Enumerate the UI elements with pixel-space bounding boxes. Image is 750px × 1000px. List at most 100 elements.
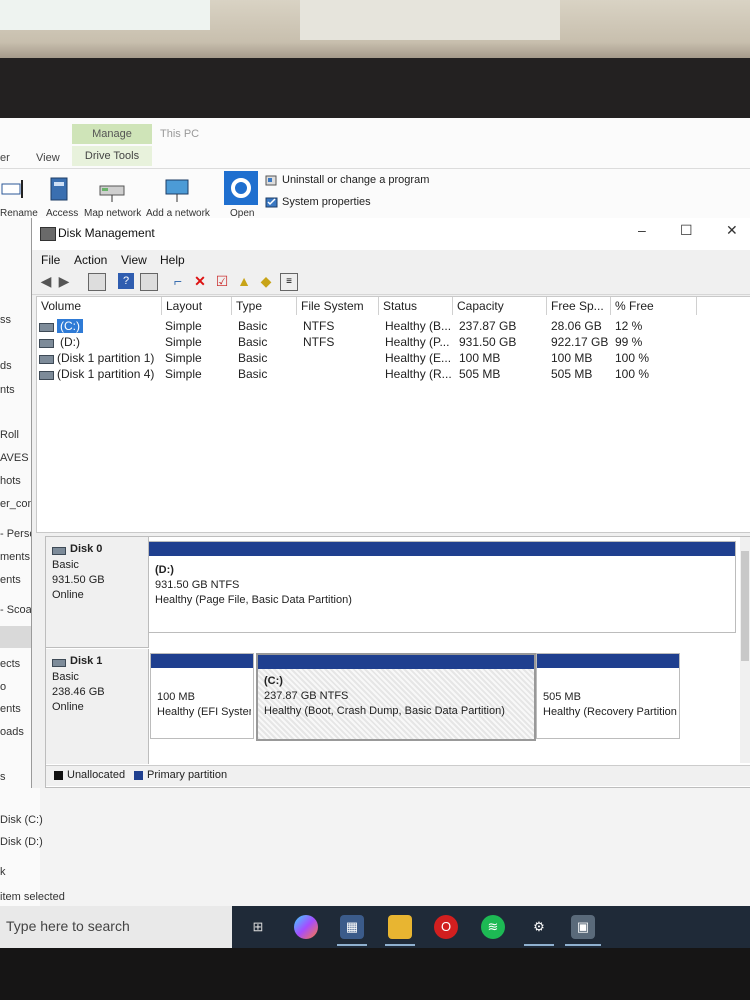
nav-item[interactable]: oads	[0, 726, 24, 738]
disk-icon	[52, 547, 66, 555]
forward-arrow-icon[interactable]: ▶	[56, 273, 72, 289]
minimize-icon[interactable]: –	[638, 222, 646, 238]
scrollbar-thumb[interactable]	[741, 551, 749, 661]
column-header-layout[interactable]: Layout	[162, 297, 232, 315]
export-list-icon[interactable]: ≡	[280, 273, 298, 291]
table-row[interactable]: (Disk 1 partition 1) Simple Basic Health…	[37, 351, 750, 367]
menu-view[interactable]: View	[121, 253, 147, 267]
primary-partition-bar	[258, 655, 534, 669]
disk-0-state: Online	[52, 589, 84, 601]
back-arrow-icon[interactable]: ◀	[38, 273, 54, 289]
active-app-indicator	[524, 944, 554, 946]
settings-icon[interactable]: ⚙	[527, 915, 551, 939]
properties-icon[interactable]: ☑	[214, 273, 230, 289]
column-header-file-system[interactable]: File System	[297, 297, 379, 315]
tab-view[interactable]: View	[36, 152, 60, 164]
nav-item[interactable]: ments	[0, 551, 30, 563]
search-placeholder[interactable]: Type here to search	[6, 918, 130, 934]
tab-drive-tools[interactable]: Drive Tools	[72, 146, 152, 166]
column-header-free-space[interactable]: Free Sp...	[547, 297, 611, 315]
title-bar[interactable]: Disk Management – ☐ ✕	[32, 218, 750, 250]
legend-unallocated: Unallocated	[67, 769, 126, 781]
partition-d[interactable]: (D:) 931.50 GB NTFS Healthy (Page File, …	[148, 541, 736, 633]
primary-partition-bar	[149, 542, 735, 556]
column-header-status[interactable]: Status	[379, 297, 453, 315]
nav-item[interactable]: ents	[0, 703, 21, 715]
screen: Manage This PC er View Drive Tools Renam…	[0, 118, 750, 948]
tab-this-pc[interactable]: This PC	[160, 128, 199, 140]
copilot-icon[interactable]	[294, 915, 318, 939]
opera-icon[interactable]: O	[434, 915, 458, 939]
column-header-type[interactable]: Type	[232, 297, 297, 315]
column-header-volume[interactable]: Volume	[37, 297, 162, 315]
tab-manage[interactable]: Manage	[72, 124, 152, 144]
legend: Unallocated Primary partition	[46, 765, 750, 786]
settings-icon[interactable]	[224, 171, 258, 205]
map-network-drive-icon[interactable]	[97, 174, 127, 204]
task-view-icon[interactable]: ⊞	[246, 915, 270, 939]
taskbar-search-box[interactable]: Type here to search	[0, 906, 232, 948]
close-icon[interactable]: ✕	[726, 222, 738, 239]
volume-type: Basic	[238, 335, 268, 349]
maximize-icon[interactable]: ☐	[680, 222, 693, 239]
open-folder-icon[interactable]: ▲	[236, 273, 252, 289]
disk-1-label[interactable]: Disk 1 Basic 238.46 GB Online	[46, 649, 149, 764]
window-light	[300, 0, 560, 40]
disk-management-window: Disk Management – ☐ ✕ File Action View H…	[31, 218, 750, 788]
volume-layout: Simple	[165, 335, 202, 349]
vertical-scrollbar[interactable]	[740, 537, 750, 763]
partition-c[interactable]: (C:) 237.87 GB NTFS Healthy (Boot, Crash…	[256, 653, 536, 741]
active-app-indicator	[565, 944, 601, 946]
nav-item[interactable]: o	[0, 681, 6, 693]
menu-action[interactable]: Action	[74, 253, 107, 267]
file-explorer-icon[interactable]	[388, 915, 412, 939]
volume-capacity: 100 MB	[459, 351, 501, 365]
table-row[interactable]: (D:) Simple Basic NTFS Healthy (P... 931…	[37, 335, 750, 351]
volume-status: Healthy (R...	[385, 367, 452, 381]
nav-item[interactable]: ects	[0, 658, 20, 670]
connect-drive-icon[interactable]: ⌐	[170, 273, 186, 289]
add-network-location-icon[interactable]	[162, 174, 192, 204]
disk-0-type: Basic	[52, 559, 79, 571]
help-icon[interactable]: ?	[118, 273, 134, 289]
microsoft-store-icon[interactable]: ▦	[340, 915, 364, 939]
tab-computer[interactable]: er	[0, 152, 10, 164]
show-hide-pane-icon[interactable]	[140, 273, 158, 291]
volume-free-space: 922.17 GB	[551, 335, 609, 349]
system-properties-link[interactable]: System properties	[282, 196, 371, 208]
nav-item-disk-d[interactable]: Disk (D:)	[0, 836, 43, 848]
nav-item[interactable]: s	[0, 771, 6, 783]
nav-item-disk-c[interactable]: Disk (C:)	[0, 814, 43, 826]
table-row[interactable]: (C:) Simple Basic NTFS Healthy (B... 237…	[37, 319, 750, 335]
access-media-icon[interactable]	[45, 174, 75, 204]
nav-item[interactable]: ents	[0, 574, 21, 586]
volume-capacity: 237.87 GB	[459, 319, 517, 333]
nav-item[interactable]: ss	[0, 314, 11, 326]
console-tree-icon[interactable]	[88, 273, 106, 291]
uninstall-program-link[interactable]: Uninstall or change a program	[282, 174, 429, 186]
volume-percent-free: 99 %	[615, 335, 643, 349]
disk-management-taskbar-icon[interactable]: ▣	[571, 915, 595, 939]
spotify-icon[interactable]: ≋	[481, 915, 505, 939]
system-properties-icon	[265, 197, 278, 208]
partition-efi[interactable]: 100 MB Healthy (EFI System Partition)	[150, 653, 254, 739]
explore-icon[interactable]: ◆	[258, 273, 274, 289]
nav-item[interactable]: nts	[0, 384, 15, 396]
menu-help[interactable]: Help	[160, 253, 185, 267]
rename-icon[interactable]	[0, 174, 30, 204]
primary-partition-bar	[537, 654, 679, 668]
nav-item[interactable]: Roll	[0, 429, 19, 441]
partition-recovery[interactable]: 505 MB Healthy (Recovery Partition)	[536, 653, 680, 739]
volume-percent-free: 100 %	[615, 367, 650, 381]
nav-item[interactable]: hots	[0, 475, 21, 487]
delete-icon[interactable]: ✕	[192, 273, 208, 289]
menu-file[interactable]: File	[41, 253, 60, 267]
nav-item[interactable]: ds	[0, 360, 12, 372]
column-header-capacity[interactable]: Capacity	[453, 297, 547, 315]
column-header-percent-free[interactable]: % Free	[611, 297, 697, 315]
table-row[interactable]: (Disk 1 partition 4) Simple Basic Health…	[37, 367, 750, 383]
nav-item[interactable]: k	[0, 866, 6, 878]
volume-icon	[39, 339, 54, 348]
volume-status: Healthy (B...	[385, 319, 452, 333]
disk-0-label[interactable]: Disk 0 Basic 931.50 GB Online	[46, 537, 149, 648]
